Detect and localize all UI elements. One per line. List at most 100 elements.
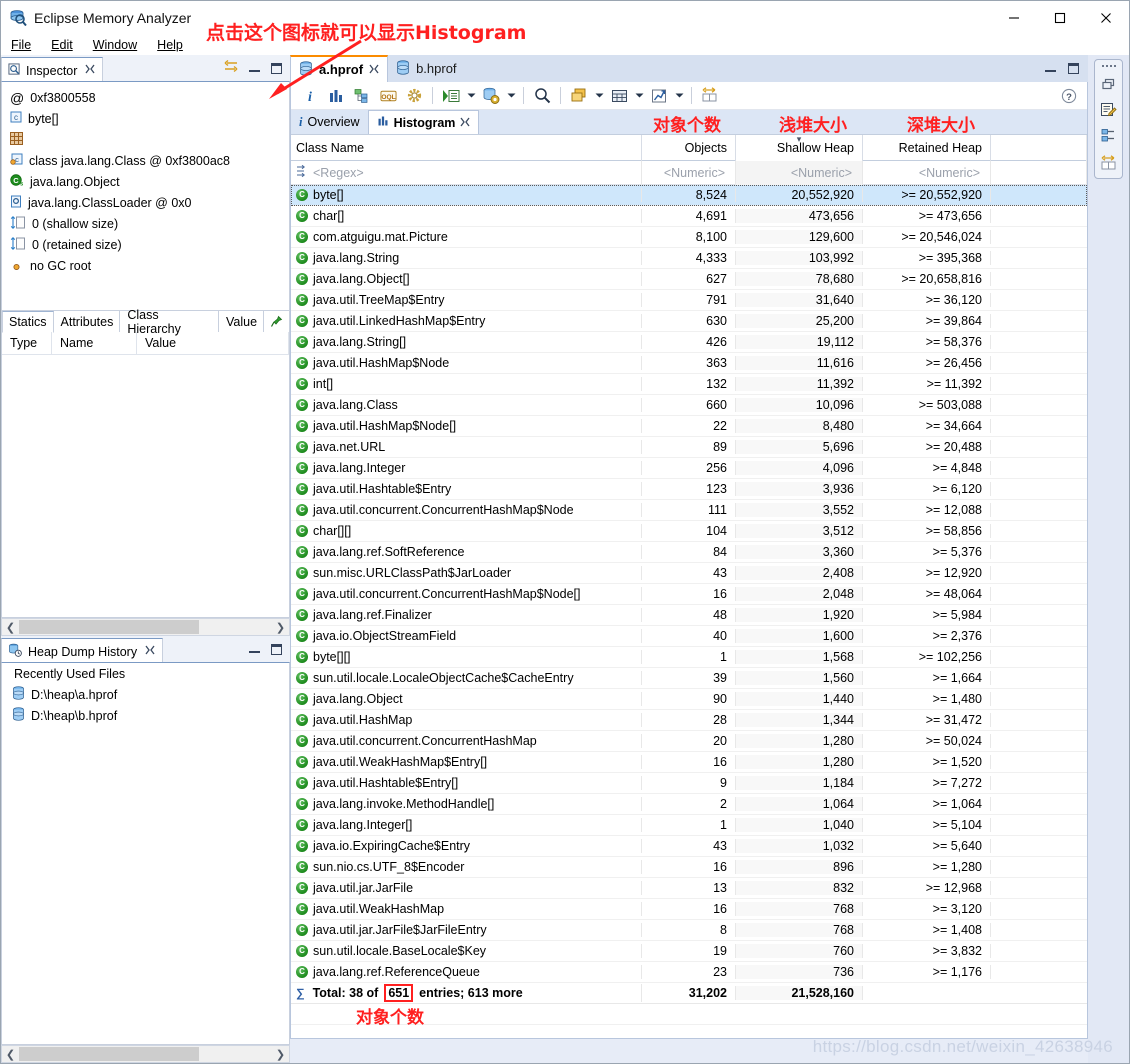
close-icon[interactable] [460,116,470,130]
drag-handle[interactable] [1095,60,1122,71]
scroll-left-icon[interactable]: ❮ [2,619,19,635]
cell-class-name[interactable]: Cjava.util.TreeMap$Entry [291,293,642,307]
cell-class-name[interactable]: Cjava.lang.String[] [291,335,642,349]
table-row[interactable]: Cint[] 132 11,392 >= 11,392 [291,374,1087,395]
cell-class-name[interactable]: Cjava.lang.ref.ReferenceQueue [291,965,642,979]
run-expert-system-dropdown-icon[interactable] [464,84,478,108]
tab-histogram[interactable]: Histogram [367,110,480,134]
menu-file[interactable]: File [9,38,41,52]
filter-class-name[interactable]: <Regex> [291,160,642,185]
query-browser-icon[interactable] [478,84,504,108]
table-row[interactable]: Cjava.lang.Object 90 1,440 >= 1,480 [291,689,1087,710]
list-item[interactable]: 0 (shallow size) [2,213,289,234]
heap-history-maximize-icon[interactable] [270,643,283,656]
cell-class-name[interactable]: Cjava.util.concurrent.ConcurrentHashMap$… [291,587,642,601]
tab-value[interactable]: Value [219,311,265,332]
compare-icon[interactable] [697,84,723,108]
cell-class-name[interactable]: Cchar[][] [291,524,642,538]
table-row[interactable]: Cjava.lang.Integer[] 1 1,040 >= 5,104 [291,815,1087,836]
heap-history-hscrollbar[interactable]: ❮ ❯ [1,1045,290,1063]
close-icon[interactable] [369,62,379,77]
editor-minimize-icon[interactable] [1044,62,1057,75]
inspector-icon[interactable] [1095,97,1122,123]
table-row[interactable]: Cjava.lang.ref.SoftReference 84 3,360 >= 5,… [291,542,1087,563]
menu-help[interactable]: Help [155,38,193,52]
query-browser-dropdown-icon[interactable] [504,84,518,108]
cell-class-name[interactable]: Cjava.lang.Integer [291,461,642,475]
list-item[interactable]: @ 0xf3800558 [2,87,289,108]
table-row[interactable]: Csun.util.locale.BaseLocale$Key 19 760 >= 3… [291,941,1087,962]
cell-class-name[interactable]: Cjava.util.jar.JarFile$JarFileEntry [291,923,642,937]
scroll-left-icon[interactable]: ❮ [2,1046,19,1062]
list-item[interactable] [2,129,289,150]
dominator-tree-icon[interactable] [349,84,375,108]
find-icon[interactable] [529,84,555,108]
cell-class-name[interactable]: Cjava.util.Hashtable$Entry [291,482,642,496]
table-row[interactable]: Cjava.util.concurrent.ConcurrentHashMap$… [291,500,1087,521]
cell-class-name[interactable]: Cjava.util.LinkedHashMap$Entry [291,314,642,328]
table-row[interactable]: Cjava.util.LinkedHashMap$Entry 630 25,200 >… [291,311,1087,332]
filter-retained-heap[interactable]: <Numeric> [863,160,991,185]
table-row[interactable]: Cjava.lang.Class 660 10,096 >= 503,088 [291,395,1087,416]
tab-overview[interactable]: i Overview [291,110,368,134]
cell-class-name[interactable]: Cjava.util.concurrent.ConcurrentHashMap [291,734,642,748]
table-row[interactable]: Cjava.lang.ref.Finalizer 48 1,920 >= 5,984 [291,605,1087,626]
list-item[interactable]: c byte[] [2,108,289,129]
table-row[interactable]: Cjava.lang.ref.ReferenceQueue 23 736 >= 1,1… [291,962,1087,983]
inspector-minimize-icon[interactable] [248,62,261,75]
calculate-retained-size-icon[interactable] [401,84,427,108]
cell-class-name[interactable]: Cjava.util.HashMap$Node[] [291,419,642,433]
cell-class-name[interactable]: Cjava.lang.String [291,251,642,265]
column-name[interactable]: Name [52,332,137,354]
maximize-button[interactable] [1037,1,1083,35]
table-row[interactable]: Cjava.util.HashMap$Node 363 11,616 >= 26,45… [291,353,1087,374]
cell-class-name[interactable]: Cbyte[][] [291,650,642,664]
close-icon[interactable] [85,64,95,77]
table-row[interactable]: Cjava.util.concurrent.ConcurrentHashMap 2… [291,731,1087,752]
cell-class-name[interactable]: Cbyte[] [291,188,642,202]
tab-statics[interactable]: Statics [2,311,54,333]
cell-class-name[interactable]: Cjava.lang.Object[] [291,272,642,286]
table-row[interactable]: Csun.nio.cs.UTF_8$Encoder 16 896 >= 1,280 [291,857,1087,878]
table-row[interactable]: Cjava.util.concurrent.ConcurrentHashMap$… [291,584,1087,605]
table-row[interactable]: Cjava.lang.String 4,333 103,992 >= 395,368 [291,248,1087,269]
editor-maximize-icon[interactable] [1067,62,1080,75]
inspector-maximize-icon[interactable] [270,62,283,75]
restore-icon[interactable] [1095,71,1122,97]
column-value[interactable]: Value [137,332,289,354]
table-row[interactable]: Cjava.lang.Object[] 627 78,680 >= 20,658,81… [291,269,1087,290]
tab-attributes[interactable]: Attributes [54,311,121,332]
menu-edit[interactable]: Edit [49,38,83,52]
cell-class-name[interactable]: Csun.nio.cs.UTF_8$Encoder [291,860,642,874]
table-row[interactable]: Cjava.lang.Integer 256 4,096 >= 4,848 [291,458,1087,479]
cell-class-name[interactable]: Cjava.util.WeakHashMap [291,902,642,916]
list-item[interactable]: Cs java.lang.Object [2,171,289,192]
scroll-track[interactable] [19,619,272,635]
oql-icon[interactable]: OQL [375,84,401,108]
scroll-thumb[interactable] [19,1047,199,1061]
group-by-icon[interactable] [566,84,592,108]
table-row[interactable]: Cjava.util.Hashtable$Entry 123 3,936 >= 6,1… [291,479,1087,500]
cell-class-name[interactable]: Cchar[] [291,209,642,223]
scroll-right-icon[interactable]: ❯ [272,1046,289,1062]
table-row[interactable]: Cjava.io.ExpiringCache$Entry 43 1,032 >= 5,… [291,836,1087,857]
table-row[interactable]: Cjava.util.WeakHashMap$Entry[] 16 1,280 >= … [291,752,1087,773]
overview-info-icon[interactable]: i [297,84,323,108]
cell-class-name[interactable]: Cjava.lang.Object [291,692,642,706]
group-by-dropdown-icon[interactable] [592,84,606,108]
cell-class-name[interactable]: Cjava.lang.Integer[] [291,818,642,832]
cell-class-name[interactable]: Cjava.lang.ref.Finalizer [291,608,642,622]
cell-class-name[interactable]: Cjava.net.URL [291,440,642,454]
table-row[interactable]: Cbyte[] 8,524 20,552,920 >= 20,552,920 [291,185,1087,206]
menu-window[interactable]: Window [91,38,147,52]
column-header-shallow-heap[interactable]: ▾ Shallow Heap [736,134,863,161]
table-row[interactable]: Cjava.lang.String[] 426 19,112 >= 58,376 [291,332,1087,353]
open-chart-icon[interactable] [646,84,672,108]
tab-inspector[interactable]: Inspector [1,57,104,83]
help-icon[interactable]: ? [1057,84,1081,108]
list-item[interactable]: java.lang.ClassLoader @ 0x0 [2,192,289,213]
tab-b-hprof[interactable]: b.hprof [388,55,464,82]
scroll-right-icon[interactable]: ❯ [272,619,289,635]
compare-icon[interactable] [1095,149,1122,175]
cell-class-name[interactable]: Cjava.lang.ref.SoftReference [291,545,642,559]
